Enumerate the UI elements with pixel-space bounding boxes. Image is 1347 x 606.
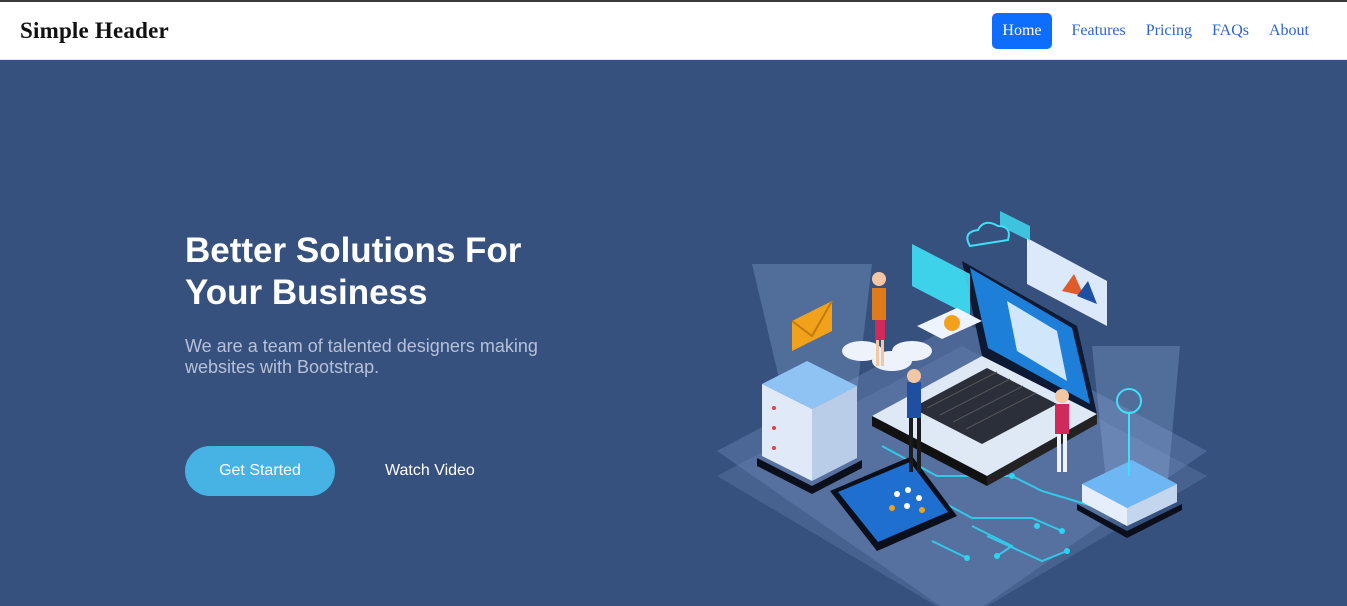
nav-item-pricing[interactable]: Pricing [1136, 12, 1202, 50]
hero-subtitle: We are a team of talented designers maki… [185, 336, 538, 377]
hero-title-line2: Your Business [185, 273, 428, 312]
hero-title: Better Solutions For Your Business [185, 230, 585, 314]
nav-item-faqs[interactable]: FAQs [1202, 12, 1259, 50]
site-header: Simple Header Home Features Pricing FAQs… [0, 2, 1347, 60]
nav-item-features[interactable]: Features [1062, 12, 1136, 50]
hero-actions: Get Started Watch Video [185, 446, 475, 496]
main-nav: Home Features Pricing FAQs About [992, 12, 1319, 50]
isometric-tech-illustration-icon [717, 211, 1207, 606]
watch-video-link[interactable]: Watch Video [385, 462, 475, 480]
brand-logo[interactable]: Simple Header [20, 18, 169, 44]
nav-item-home[interactable]: Home [992, 12, 1052, 49]
hero-title-line1: Better Solutions For [185, 231, 522, 270]
hero-section: Better Solutions For Your Business We ar… [0, 60, 1347, 606]
nav-item-about[interactable]: About [1259, 12, 1319, 50]
get-started-button[interactable]: Get Started [185, 446, 335, 496]
hero-text: Better Solutions For Your Business We ar… [185, 230, 585, 378]
